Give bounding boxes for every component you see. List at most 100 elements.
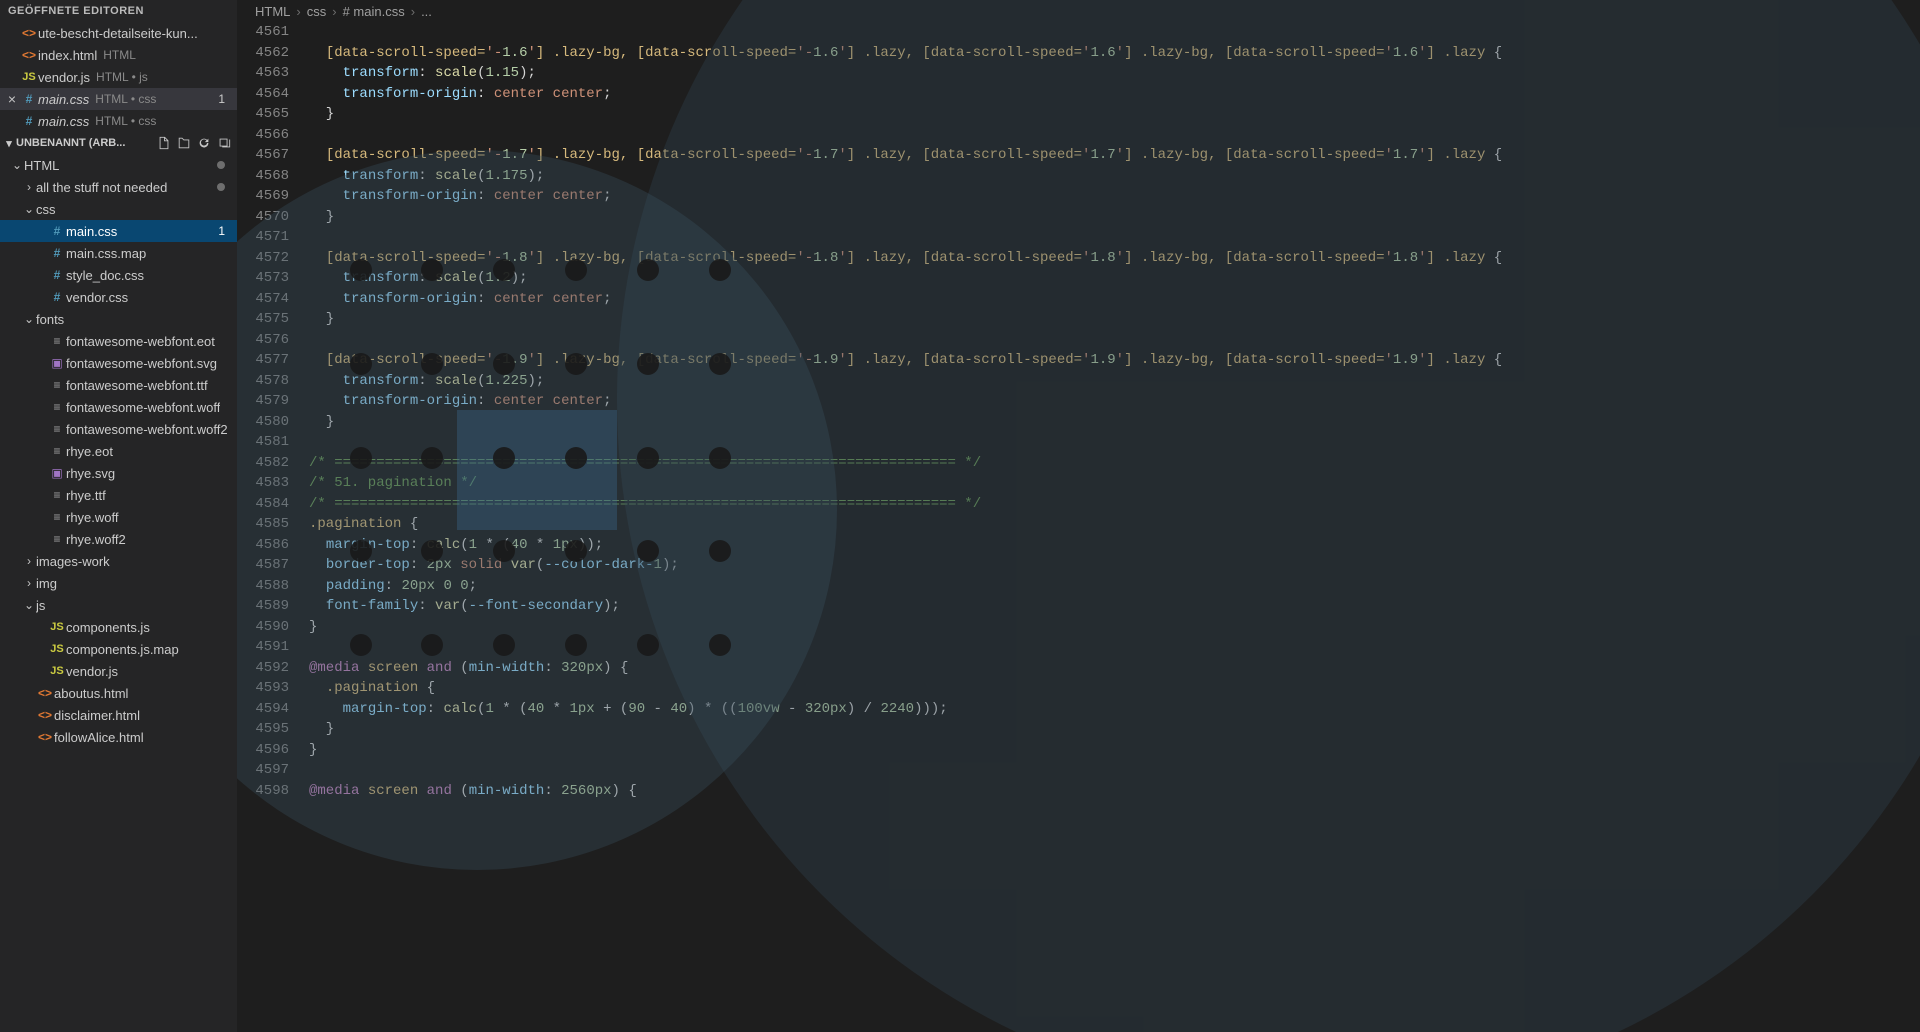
item-label: style_doc.css [66,268,144,283]
open-editor-item[interactable]: #main.cssHTML • css [0,110,237,132]
item-label: main.css [66,224,117,239]
folder-item[interactable]: ⌄js [0,594,237,616]
file-icon: <> [36,730,54,744]
folder-item[interactable]: ⌄css [0,198,237,220]
file-desc: HTML • css [95,114,156,128]
folder-item[interactable]: ⌄fonts [0,308,237,330]
item-label: rhye.woff2 [66,532,126,547]
file-item[interactable]: ≡rhye.woff [0,506,237,528]
chevron-down-icon: ▾ [2,137,16,150]
file-icon: JS [48,643,66,655]
item-label: rhye.woff [66,510,119,525]
file-icon: # [48,224,66,238]
file-item[interactable]: ▣fontawesome-webfont.svg [0,352,237,374]
file-item[interactable]: ≡fontawesome-webfont.woff [0,396,237,418]
item-label: vendor.js [66,664,118,679]
item-label: aboutus.html [54,686,128,701]
problems-badge: 1 [212,92,231,106]
chevron-right-icon: › [22,576,36,590]
open-editor-item[interactable]: JSvendor.js HTML • js [0,66,237,88]
file-item[interactable]: ≡fontawesome-webfont.woff2 [0,418,237,440]
item-label: fontawesome-webfont.eot [66,334,215,349]
collapse-all-icon[interactable] [215,134,233,152]
file-icon: ▣ [48,466,66,480]
file-desc: HTML • js [96,70,148,84]
file-icon: # [20,114,38,128]
item-label: disclaimer.html [54,708,140,723]
file-icon: <> [36,686,54,700]
file-icon: JS [48,665,66,677]
file-item[interactable]: JScomponents.js [0,616,237,638]
open-editor-item[interactable]: <>index.htmlHTML [0,44,237,66]
file-label: vendor.js [38,70,90,85]
file-icon: <> [20,48,38,62]
file-item[interactable]: ≡fontawesome-webfont.ttf [0,374,237,396]
workspace-header[interactable]: ▾ UNBENANNT (ARB... [0,132,237,154]
close-icon[interactable]: × [4,91,20,107]
line-numbers: 4561456245634564456545664567456845694570… [237,22,309,1032]
file-icon: ≡ [48,334,66,348]
item-label: fontawesome-webfont.woff2 [66,422,228,437]
breadcrumbs[interactable]: HTML › css › # main.css › ... [237,0,1920,22]
item-label: fontawesome-webfont.svg [66,356,217,371]
item-label: fonts [36,312,64,327]
breadcrumb-item[interactable]: css [307,4,327,19]
folder-item[interactable]: ⌄HTML [0,154,237,176]
open-editor-item[interactable]: <>ute-bescht-detailseite-kun... [0,22,237,44]
file-item[interactable]: ≡rhye.ttf [0,484,237,506]
file-icon: # [48,246,66,260]
file-item[interactable]: ≡rhye.eot [0,440,237,462]
file-item[interactable]: #vendor.css [0,286,237,308]
file-desc: HTML • css [95,92,156,106]
open-editors-header[interactable]: GEÖFFNETE EDITOREN [0,0,237,22]
breadcrumb-item[interactable]: HTML [255,4,290,19]
editor: HTML › css › # main.css › ... 4561456245… [237,0,1920,1032]
new-folder-icon[interactable] [175,134,193,152]
modified-dot-icon [217,161,225,169]
chevron-right-icon: › [332,4,336,19]
modified-dot-icon [217,183,225,191]
item-label: rhye.svg [66,466,115,481]
file-item[interactable]: ≡fontawesome-webfont.eot [0,330,237,352]
sidebar: GEÖFFNETE EDITOREN <>ute-bescht-detailse… [0,0,237,1032]
item-label: fontawesome-webfont.woff [66,400,220,415]
folder-item[interactable]: ›all the stuff not needed [0,176,237,198]
chevron-right-icon: › [296,4,300,19]
breadcrumb-item[interactable]: ... [421,4,432,19]
file-icon: JS [20,71,38,83]
item-label: js [36,598,45,613]
item-label: components.js [66,620,150,635]
refresh-icon[interactable] [195,134,213,152]
chevron-down-icon: ⌄ [22,202,36,216]
file-icon: <> [36,708,54,722]
new-file-icon[interactable] [155,134,173,152]
workspace-name: UNBENANNT (ARB... [16,137,155,149]
file-item[interactable]: #main.css1 [0,220,237,242]
file-item[interactable]: <>disclaimer.html [0,704,237,726]
chevron-right-icon: › [22,180,36,194]
file-icon: # [48,268,66,282]
item-label: images-work [36,554,110,569]
chevron-down-icon: ⌄ [10,158,24,172]
breadcrumb-item[interactable]: # main.css [343,4,405,19]
file-item[interactable]: <>followAlice.html [0,726,237,748]
file-item[interactable]: JSvendor.js [0,660,237,682]
file-item[interactable]: ≡rhye.woff2 [0,528,237,550]
file-item[interactable]: ▣rhye.svg [0,462,237,484]
code-lines[interactable]: [data-scroll-speed='-1.6'] .lazy-bg, [da… [309,22,1920,1032]
file-icon: ≡ [48,378,66,392]
folder-item[interactable]: ›img [0,572,237,594]
code-area[interactable]: 4561456245634564456545664567456845694570… [237,22,1920,1032]
file-item[interactable]: <>aboutus.html [0,682,237,704]
chevron-right-icon: › [411,4,415,19]
file-item[interactable]: #main.css.map [0,242,237,264]
file-item[interactable]: JScomponents.js.map [0,638,237,660]
item-label: fontawesome-webfont.ttf [66,378,208,393]
file-label: index.html [38,48,97,63]
file-item[interactable]: #style_doc.css [0,264,237,286]
open-editor-item[interactable]: ×#main.cssHTML • css1 [0,88,237,110]
chevron-right-icon: › [22,554,36,568]
folder-item[interactable]: ›images-work [0,550,237,572]
item-label: rhye.ttf [66,488,106,503]
file-icon: ≡ [48,400,66,414]
